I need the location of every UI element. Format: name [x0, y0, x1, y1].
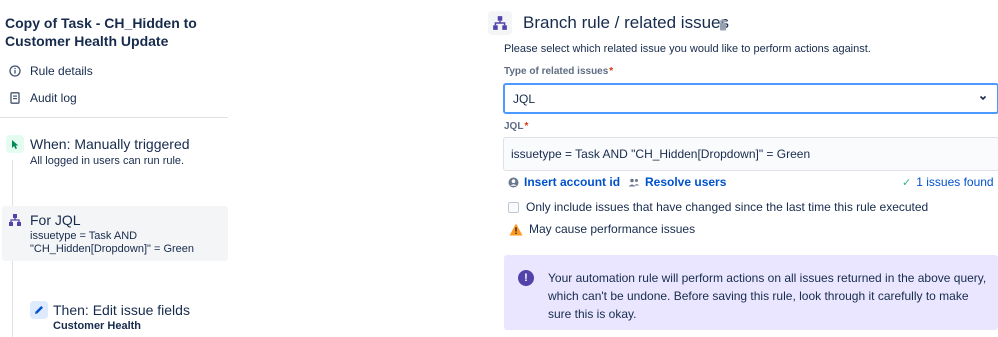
info-icon: [8, 64, 22, 78]
performance-warning-text: May cause performance issues: [529, 222, 696, 236]
issues-found-label: 1 issues found: [916, 175, 994, 189]
user-circle-icon: [507, 176, 519, 188]
chevron-down-icon: [977, 92, 989, 104]
resolve-users-link[interactable]: Resolve users: [628, 175, 726, 189]
resolve-users-label: Resolve users: [645, 175, 727, 189]
changed-only-option[interactable]: Only include issues that have changed si…: [508, 200, 928, 214]
type-select[interactable]: JQL: [503, 83, 998, 114]
cursor-click-icon: [6, 135, 24, 153]
editor-title: Branch rule / related issues: [523, 13, 729, 32]
rule-sidebar: Copy of Task - CH_Hidden to Customer Hea…: [0, 0, 230, 337]
nav-rule-details[interactable]: Rule details: [8, 62, 93, 80]
jql-actions: Insert account id Resolve users ✓ 1 issu…: [507, 175, 997, 191]
people-icon: [628, 176, 640, 188]
jql-label: JQL*: [504, 121, 528, 132]
type-label: Type of related issues*: [504, 66, 613, 77]
nav-audit-log[interactable]: Audit log: [8, 89, 77, 107]
step-branch[interactable]: For JQL issuetype = Task AND "CH_Hidden[…: [2, 206, 228, 261]
warning-icon: [509, 223, 523, 236]
flow-connector: [12, 261, 13, 337]
step-action[interactable]: Then: Edit issue fields Customer Health: [26, 296, 226, 336]
step-trigger-description: All logged in users can run rule.: [30, 155, 185, 167]
help-text: Please select which related issue you wo…: [504, 43, 871, 55]
step-trigger-title: When: Manually triggered: [30, 136, 190, 152]
insert-account-id-label: Insert account id: [524, 175, 621, 189]
performance-warning: May cause performance issues: [509, 222, 695, 236]
jql-input[interactable]: issuetype = Task AND "CH_Hidden[Dropdown…: [503, 137, 998, 171]
issues-found-status: ✓ 1 issues found: [902, 175, 994, 189]
branch-icon: [488, 11, 512, 35]
branch-rule-editor: Branch rule / related issues Please sele…: [488, 0, 998, 337]
nav-rule-details-label: Rule details: [30, 64, 93, 78]
nav-audit-log-label: Audit log: [30, 91, 77, 105]
document-icon: [8, 91, 22, 105]
check-icon: ✓: [902, 176, 912, 189]
changed-only-label: Only include issues that have changed si…: [526, 200, 929, 214]
exclamation-icon: !: [518, 270, 534, 286]
info-message: ! Your automation rule will perform acti…: [504, 255, 998, 330]
info-message-text: Your automation rule will perform action…: [548, 271, 987, 321]
step-trigger[interactable]: When: Manually triggered All logged in u…: [2, 132, 228, 172]
branch-icon: [6, 211, 24, 229]
insert-account-id-link[interactable]: Insert account id: [507, 175, 620, 189]
step-branch-title: For JQL: [30, 212, 81, 228]
sidebar-divider: [0, 117, 228, 118]
rule-title: Copy of Task - CH_Hidden to Customer Hea…: [5, 15, 197, 49]
type-label-text: Type of related issues: [504, 66, 609, 77]
trash-icon[interactable]: [717, 18, 729, 31]
step-action-title: Then: Edit issue fields: [53, 302, 190, 318]
type-select-value: JQL: [513, 91, 536, 106]
jql-label-text: JQL: [504, 121, 524, 132]
required-marker: *: [609, 66, 614, 77]
step-action-description: Customer Health: [53, 320, 142, 332]
changed-only-checkbox[interactable]: [508, 201, 519, 213]
pencil-icon: [30, 301, 48, 319]
step-branch-description: issuetype = Task AND "CH_Hidden[Dropdown…: [30, 230, 195, 255]
required-marker: *: [524, 121, 529, 132]
